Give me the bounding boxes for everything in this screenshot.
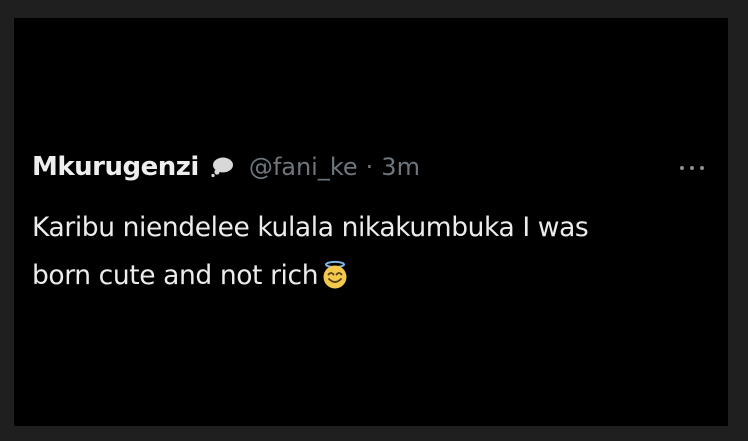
tweet-text-line-2-content: born cute and not rich (32, 260, 319, 291)
display-name[interactable]: Mkurugenzi (32, 152, 199, 182)
screenshot-frame: Mkurugenzi @fani_ke · 3m Karibu niendele… (0, 0, 748, 441)
smiling-face-with-halo-icon (320, 258, 350, 289)
tweet-text-line-1: Karibu niendelee kulala nikakumbuka I wa… (32, 212, 589, 243)
tweet-header: Mkurugenzi @fani_ke · 3m (32, 152, 420, 182)
speech-bubble-icon (209, 156, 235, 178)
user-handle[interactable]: @fani_ke (249, 153, 358, 181)
tweet-text-line-2: born cute and not rich (32, 252, 712, 300)
tweet-text: Karibu niendelee kulala nikakumbuka I wa… (32, 204, 712, 300)
more-options-icon[interactable] (674, 158, 710, 178)
tweet-timestamp[interactable]: 3m (381, 153, 420, 181)
tweet-card[interactable]: Mkurugenzi @fani_ke · 3m Karibu niendele… (14, 18, 728, 426)
header-separator: · (365, 153, 374, 181)
